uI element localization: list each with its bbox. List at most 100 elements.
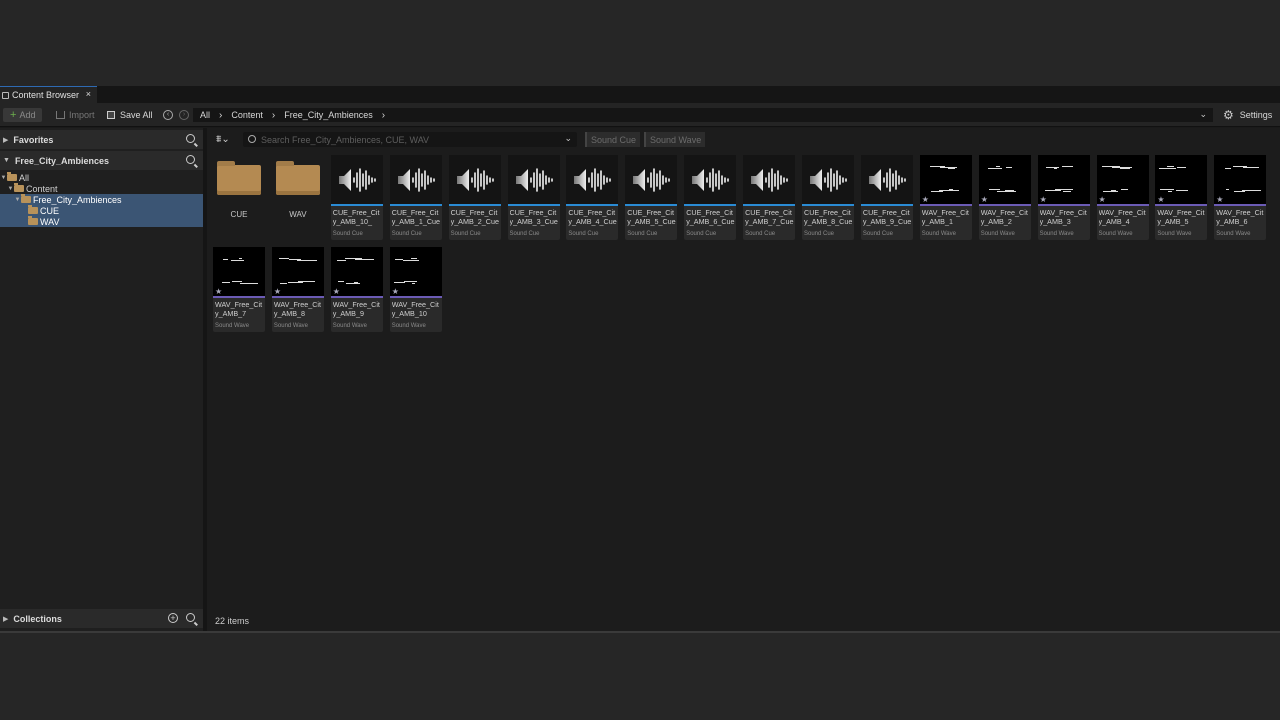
- breadcrumb-item-free-city-ambiences[interactable]: Free_City_Ambiences: [284, 110, 373, 120]
- search-icon[interactable]: [186, 134, 195, 143]
- collections-header[interactable]: ▶ Collections +: [0, 609, 203, 628]
- search-icon[interactable]: [186, 613, 195, 622]
- asset-type-label: Sound Cue: [686, 231, 717, 237]
- add-button[interactable]: + Add: [3, 108, 42, 122]
- waveform-mark: [930, 191, 943, 192]
- waveform-mark: [1225, 168, 1232, 169]
- filter-icon[interactable]: ⩩⌄: [216, 134, 230, 145]
- breadcrumb-item-all[interactable]: All: [200, 110, 210, 120]
- asset-name: CUE_Free_City_AMB_10_: [332, 208, 380, 226]
- back-arrow-icon[interactable]: ‹: [163, 110, 173, 120]
- asset-tile[interactable]: ★ Sound Wave WAV_Free_City_AMB_4: [1096, 155, 1149, 240]
- folder-tile[interactable]: WAV: [272, 155, 324, 240]
- asset-tile[interactable]: ★ Sound Wave WAV_Free_City_AMB_2: [978, 155, 1031, 240]
- asset-tile[interactable]: ★ Sound Wave WAV_Free_City_AMB_8: [271, 247, 324, 332]
- waveform-mark: [296, 260, 317, 261]
- chevron-right-icon[interactable]: ▶: [3, 136, 8, 144]
- asset-type-bar: [1155, 204, 1208, 206]
- content-browser-window: Content Browser × + Add Import Save All …: [0, 86, 1280, 633]
- asset-tile[interactable]: Sound Cue CUE_Free_City_AMB_4_Cue: [566, 155, 619, 240]
- tree-item-cue[interactable]: CUE: [0, 205, 203, 216]
- filter-chip-sound-cue[interactable]: Sound Cue: [585, 132, 641, 147]
- asset-tile[interactable]: ★ Sound Wave WAV_Free_City_AMB_1: [919, 155, 972, 240]
- asset-tile[interactable]: Sound Cue CUE_Free_City_AMB_7_Cue: [743, 155, 796, 240]
- waveform-mark: [1234, 191, 1246, 192]
- waveform-mark: [1119, 168, 1130, 169]
- favorites-header[interactable]: ▶ Favorites: [0, 130, 203, 149]
- chevron-right-icon[interactable]: ›: [272, 110, 275, 121]
- asset-type-label: Sound Cue: [862, 231, 893, 237]
- asset-name: WAV_Free_City_AMB_5: [1157, 208, 1205, 226]
- asset-name: WAV_Free_City_AMB_6: [1216, 208, 1264, 226]
- asset-thumbnail: ★: [1096, 155, 1149, 204]
- asset-type-bar: [919, 204, 972, 206]
- waveform-mark: [1226, 189, 1230, 190]
- chevron-down-icon[interactable]: ▼: [3, 157, 10, 164]
- folder-tile[interactable]: CUE: [213, 155, 265, 240]
- tab-content-browser[interactable]: Content Browser ×: [0, 86, 97, 103]
- import-button[interactable]: Import: [56, 108, 95, 122]
- asset-tile[interactable]: ★ Sound Wave WAV_Free_City_AMB_10: [389, 247, 442, 332]
- tree-item-free-city-ambiences[interactable]: ▼ Free_City_Ambiences: [0, 194, 203, 205]
- star-icon: ★: [273, 287, 282, 296]
- asset-tile[interactable]: Sound Cue CUE_Free_City_AMB_9_Cue: [860, 155, 913, 240]
- asset-name: WAV_Free_City_AMB_4: [1098, 208, 1146, 226]
- star-icon: ★: [980, 195, 988, 204]
- project-header[interactable]: ▼ Free_City_Ambiences: [0, 151, 203, 170]
- asset-tile[interactable]: ★ Sound Wave WAV_Free_City_AMB_9: [330, 247, 383, 332]
- chevron-down-icon[interactable]: ⌄: [1199, 109, 1207, 120]
- settings-button[interactable]: ⚙ Settings: [1223, 108, 1272, 122]
- collections-label: Collections: [13, 613, 62, 624]
- tree-item-all[interactable]: ▼ All: [0, 172, 203, 183]
- forward-arrow-icon[interactable]: ›: [179, 110, 189, 120]
- waveform-mark: [1045, 167, 1059, 168]
- waveform-mark: [411, 283, 415, 284]
- asset-tile[interactable]: Sound Cue CUE_Free_City_AMB_5_Cue: [625, 155, 678, 240]
- search-placeholder: Search Free_City_Ambiences, CUE, WAV: [261, 134, 430, 145]
- waveform-mark: [288, 259, 301, 260]
- asset-type-bar: [1037, 204, 1090, 206]
- waveform-mark: [337, 281, 344, 282]
- save-all-button[interactable]: Save All: [107, 108, 153, 122]
- asset-tile[interactable]: Sound Cue CUE_Free_City_AMB_6_Cue: [684, 155, 737, 240]
- asset-tile[interactable]: ★ Sound Wave WAV_Free_City_AMB_6: [1214, 155, 1267, 240]
- star-icon: ★: [1157, 195, 1165, 204]
- waveform-mark: [1120, 189, 1128, 190]
- chevron-down-icon[interactable]: ▼: [7, 186, 14, 192]
- chevron-right-icon[interactable]: ›: [382, 110, 385, 121]
- filter-chip-label: Sound Wave: [650, 134, 702, 145]
- tree-item-content[interactable]: ▼ Content: [0, 183, 203, 194]
- asset-tile[interactable]: Sound Cue CUE_Free_City_AMB_8_Cue: [802, 155, 854, 240]
- speaker-waveform-icon: [749, 165, 789, 195]
- chevron-down-icon[interactable]: ▼: [14, 197, 21, 203]
- chevron-right-icon[interactable]: ▶: [3, 615, 8, 623]
- waveform-mark: [403, 281, 417, 282]
- asset-tile[interactable]: Sound Cue CUE_Free_City_AMB_2_Cue: [448, 155, 501, 240]
- add-collection-icon[interactable]: +: [168, 613, 178, 623]
- asset-type-bar: [978, 204, 1031, 206]
- waveform-mark: [996, 191, 1016, 192]
- tree-item-wav[interactable]: WAV: [0, 216, 203, 227]
- chevron-down-icon[interactable]: ▼: [0, 175, 7, 181]
- waveform-mark: [278, 258, 289, 259]
- chevron-right-icon[interactable]: ›: [219, 110, 222, 121]
- breadcrumb-item-content[interactable]: Content: [231, 110, 263, 120]
- asset-tile[interactable]: ★ Sound Wave WAV_Free_City_AMB_7: [213, 247, 265, 332]
- close-icon[interactable]: ×: [86, 89, 91, 99]
- waveform-mark: [947, 168, 955, 169]
- asset-tile[interactable]: Sound Cue CUE_Free_City_AMB_1_Cue: [389, 155, 442, 240]
- asset-type-label: Sound Cue: [332, 231, 363, 237]
- search-input[interactable]: Search Free_City_Ambiences, CUE, WAV ⌄: [243, 132, 577, 147]
- asset-tile[interactable]: Sound Cue CUE_Free_City_AMB_3_Cue: [507, 155, 560, 240]
- speaker-waveform-icon: [690, 165, 730, 195]
- asset-tile[interactable]: Sound Cue CUE_Free_City_AMB_10_: [330, 155, 383, 240]
- asset-name: WAV_Free_City_AMB_8: [273, 300, 322, 318]
- filter-chip-sound-wave[interactable]: Sound Wave: [644, 132, 706, 147]
- asset-tile[interactable]: ★ Sound Wave WAV_Free_City_AMB_3: [1037, 155, 1090, 240]
- chevron-down-icon[interactable]: ⌄: [564, 133, 572, 144]
- search-icon[interactable]: [186, 155, 195, 164]
- waveform-mark: [336, 260, 346, 261]
- asset-tile[interactable]: ★ Sound Wave WAV_Free_City_AMB_5: [1155, 155, 1208, 240]
- asset-name: WAV_Free_City_AMB_3: [1039, 208, 1087, 226]
- star-icon: ★: [332, 287, 340, 296]
